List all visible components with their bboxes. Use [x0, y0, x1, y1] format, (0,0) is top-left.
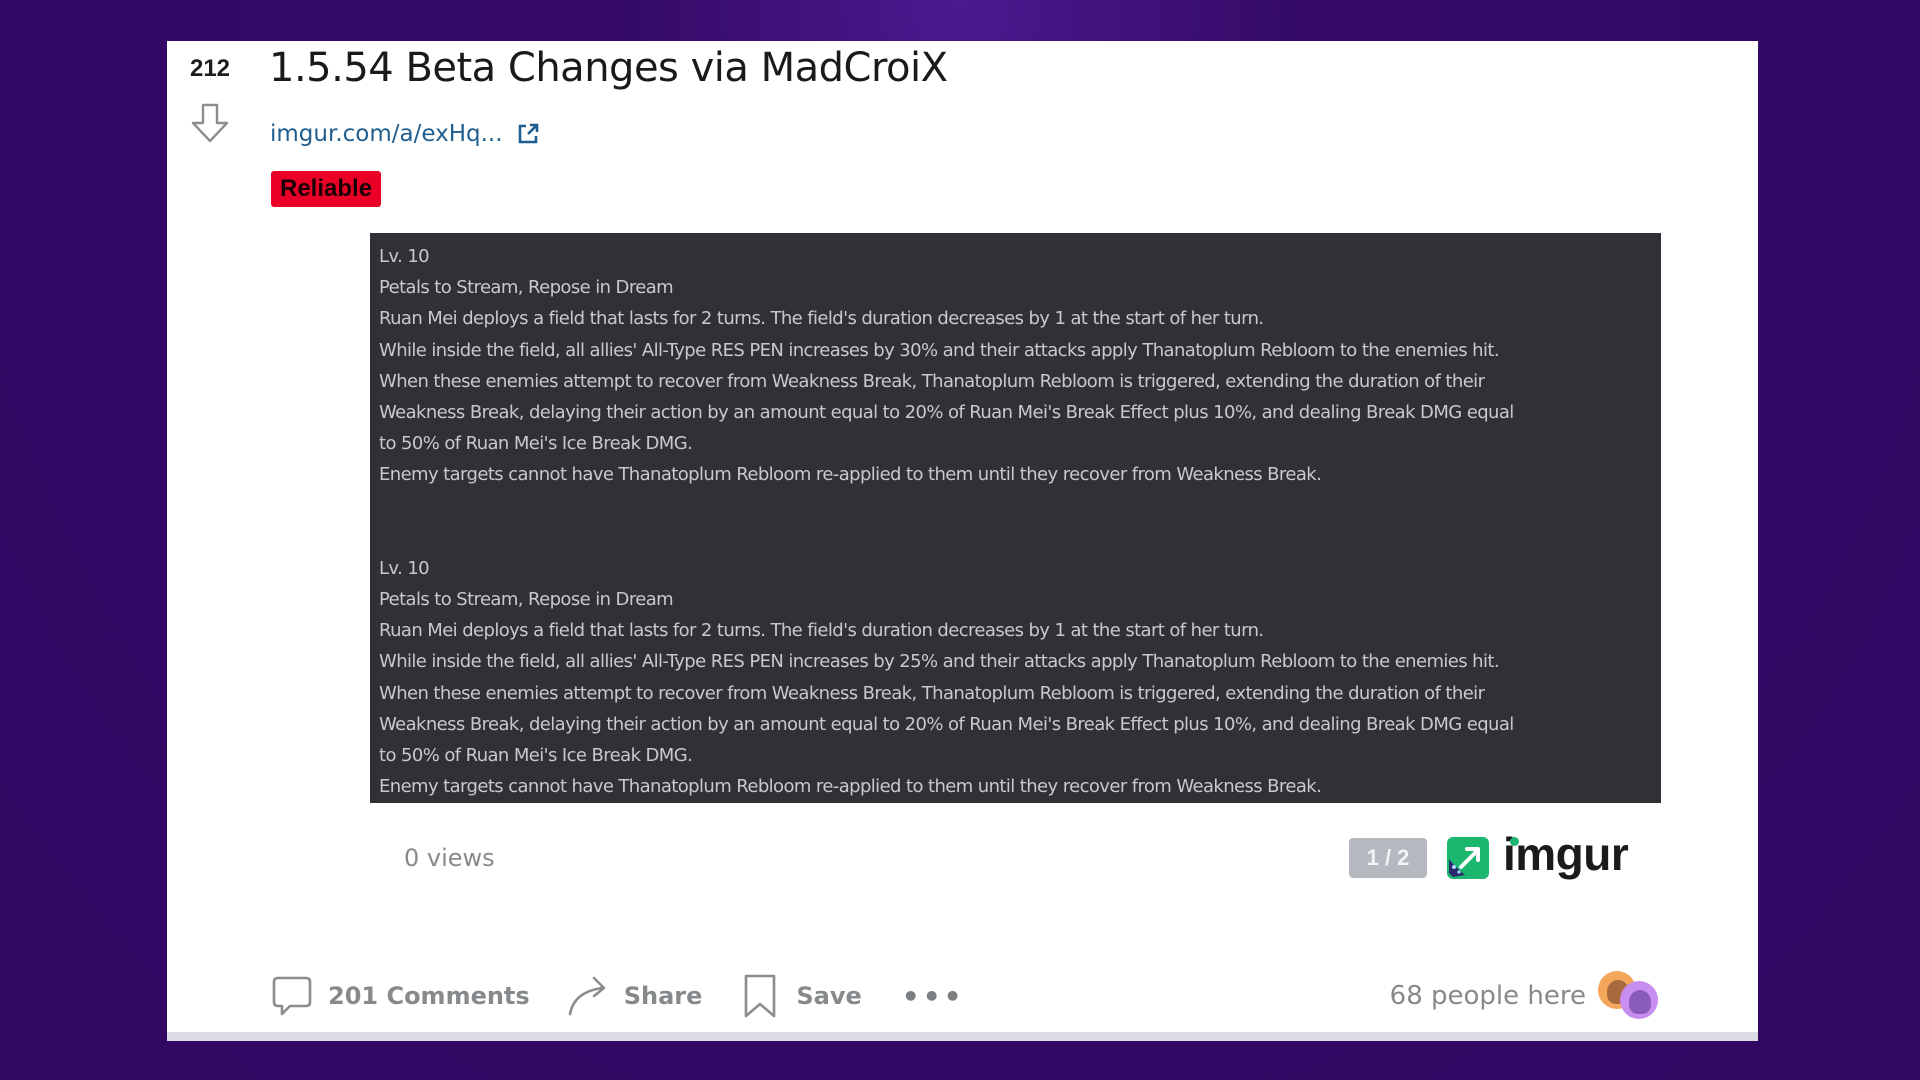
- arrow-down-icon: [191, 103, 229, 143]
- text-line: to 50% of Ruan Mei's Ice Break DMG.: [379, 745, 693, 767]
- embedded-image[interactable]: Lv. 10 Petals to Stream, Repose in Dream…: [370, 233, 1661, 803]
- post-title[interactable]: 1.5.54 Beta Changes via MadCroiX: [269, 45, 948, 91]
- text-line: Lv. 10: [379, 246, 430, 267]
- gallery-pager[interactable]: 1 / 2: [1349, 838, 1427, 878]
- comment-icon: [272, 976, 312, 1016]
- imgur-wordmark[interactable]: imgur: [1503, 827, 1629, 881]
- imgur-logo-icon[interactable]: [1447, 837, 1489, 879]
- vote-score: 212: [189, 55, 231, 82]
- text-line: While inside the field, all allies' All-…: [379, 339, 1500, 361]
- text-line: When these enemies attempt to recover fr…: [379, 370, 1485, 392]
- presence-indicator: 68 people here: [1390, 966, 1670, 1026]
- text-line: to 50% of Ruan Mei's Ice Break DMG.: [379, 433, 693, 455]
- avatar: [1620, 981, 1658, 1019]
- save-button[interactable]: Save: [738, 972, 862, 1020]
- post-card: 212 1.5.54 Beta Changes via MadCroiX img…: [167, 41, 1758, 1041]
- text-line: Ruan Mei deploys a field that lasts for …: [379, 620, 1264, 642]
- snoo-icon: [1629, 990, 1651, 1014]
- flair-badge[interactable]: Reliable: [271, 171, 382, 207]
- presence-text: 68 people here: [1389, 981, 1586, 1011]
- save-label: Save: [796, 982, 862, 1010]
- text-line: Petals to Stream, Repose in Dream: [379, 277, 674, 299]
- share-button[interactable]: Share: [566, 972, 703, 1020]
- text-line: Weakness Break, delaying their action by…: [379, 401, 1514, 423]
- view-count: 0 views: [404, 844, 495, 872]
- share-icon: [568, 976, 606, 1016]
- text-line: Enemy targets cannot have Thanatoplum Re…: [379, 776, 1322, 798]
- text-line: Lv. 10: [379, 557, 430, 579]
- text-block-2: Lv. 10 Petals to Stream, Repose in Dream…: [379, 553, 1652, 803]
- text-line: Weakness Break, delaying their action by…: [379, 713, 1514, 735]
- external-link-icon: [518, 123, 538, 144]
- imgur-dot: [1510, 837, 1519, 846]
- bookmark-icon: [745, 974, 776, 1018]
- downvote-button[interactable]: [188, 101, 232, 145]
- text-line: When these enemies attempt to recover fr…: [379, 682, 1485, 704]
- more-options-button[interactable]: •••: [902, 980, 965, 1013]
- post-link[interactable]: imgur.com/a/exHq...: [270, 121, 541, 147]
- text-block-1: Lv. 10 Petals to Stream, Repose in Dream…: [379, 241, 1652, 491]
- text-line: While inside the field, all allies' All-…: [379, 651, 1500, 673]
- text-line: Enemy targets cannot have Thanatoplum Re…: [379, 464, 1322, 486]
- post-actions: 201 Comments Share Save •••: [270, 966, 965, 1026]
- comments-button[interactable]: 201 Comments: [270, 972, 530, 1020]
- text-line: Ruan Mei deploys a field that lasts for …: [379, 308, 1264, 330]
- avatar-stack: [1598, 969, 1670, 1023]
- text-line: Petals to Stream, Repose in Dream: [379, 589, 674, 611]
- comments-label: 201 Comments: [328, 982, 530, 1010]
- post-link-text: imgur.com/a/exHq...: [270, 121, 503, 147]
- share-label: Share: [623, 982, 703, 1010]
